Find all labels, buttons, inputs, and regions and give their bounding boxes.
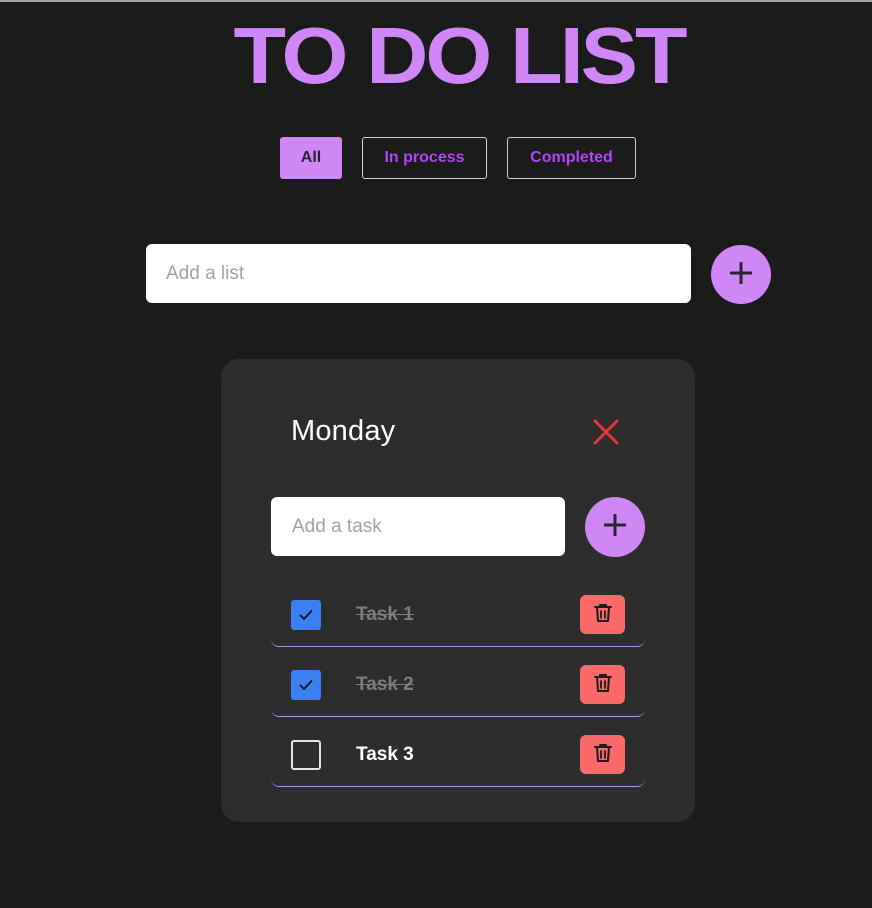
task-checkbox[interactable]: [291, 740, 321, 770]
task-checkbox[interactable]: [291, 600, 321, 630]
task-label: Task 1: [356, 604, 414, 625]
task-row: Task 1: [271, 595, 645, 647]
app-title: TO DO LIST: [233, 11, 688, 101]
trash-icon: [593, 743, 612, 767]
delete-list-button[interactable]: [591, 417, 621, 447]
add-list-input[interactable]: [146, 244, 691, 303]
delete-task-button[interactable]: [580, 735, 625, 774]
trash-icon: [593, 673, 612, 697]
task-row: Task 3: [271, 735, 645, 787]
list-title: Monday: [291, 415, 396, 447]
list-card: Monday Task 1: [221, 359, 695, 822]
trash-icon: [593, 603, 612, 627]
filter-completed-button[interactable]: Completed: [507, 137, 636, 179]
checkmark-icon: [299, 606, 313, 625]
filter-all-button[interactable]: All: [280, 137, 342, 179]
window-top-edge: [0, 0, 872, 2]
add-task-input[interactable]: [271, 497, 565, 556]
filter-in-process-button[interactable]: In process: [362, 137, 487, 179]
delete-task-button[interactable]: [580, 665, 625, 704]
task-label: Task 2: [356, 674, 414, 695]
delete-task-button[interactable]: [580, 595, 625, 634]
task-row: Task 2: [271, 665, 645, 717]
add-task-button[interactable]: [585, 497, 645, 557]
plus-icon: [729, 261, 753, 288]
close-icon: [591, 419, 621, 451]
task-checkbox[interactable]: [291, 670, 321, 700]
checkmark-icon: [299, 676, 313, 695]
task-label: Task 3: [356, 744, 414, 765]
plus-icon: [603, 513, 627, 540]
add-list-button[interactable]: [711, 245, 771, 304]
